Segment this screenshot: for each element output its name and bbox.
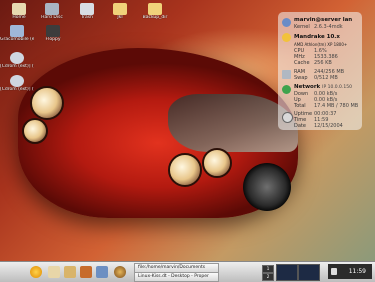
network-icon xyxy=(282,85,291,94)
desktop-icon-trash[interactable]: Trash xyxy=(70,3,104,20)
hard-disk-icon xyxy=(45,3,59,15)
launcher-home-icon[interactable] xyxy=(48,266,60,278)
kernel-row: Kernel 2.6.3-4mdk xyxy=(294,24,343,30)
memory-icon xyxy=(282,70,291,79)
folder-icon xyxy=(113,3,127,15)
network-graph xyxy=(298,264,320,281)
car-headlight-left xyxy=(30,86,64,120)
car-wheel xyxy=(243,163,291,211)
car-headlight-right xyxy=(168,153,202,187)
user-icon xyxy=(282,18,291,27)
launcher-globe-icon[interactable] xyxy=(114,266,126,278)
launcher-home-folder-icon[interactable] xyxy=(64,266,76,278)
date-row: Date 12/15/2004 xyxy=(294,123,343,129)
system-monitor-panel: marvin@server lan Kernel 2.6.3-4mdk Mandr… xyxy=(278,12,362,130)
cpu-model: AMD Athlon(tm) XP 1800+ xyxy=(294,42,348,47)
floppy-icon xyxy=(46,25,60,37)
clock[interactable]: 11:59 xyxy=(328,264,372,279)
clock-time: 11:59 xyxy=(348,268,366,275)
car-headlight-right-upper xyxy=(202,148,232,178)
cache-row: Cache 256 KB xyxy=(294,60,332,66)
desktop-icon-backup[interactable]: Backup_dir xyxy=(138,3,172,20)
star-icon xyxy=(282,33,291,42)
user-host: marvin@server lan xyxy=(294,17,353,23)
network-drive-icon xyxy=(10,25,24,37)
desktop-icon-network-drive[interactable]: Gracomobile (ext.) gl xyxy=(0,25,34,42)
desktop-icon-jkl[interactable]: Jkl xyxy=(103,3,137,20)
home-icon xyxy=(12,3,26,15)
network-header: Network IP 10.0.0.150 xyxy=(294,84,352,90)
tray-icon xyxy=(331,268,337,275)
desktop-icon-cdrom-2[interactable]: [Cdrom (ext)] (vcd.kvm) xyxy=(0,75,34,92)
desktop-icon-cdrom-1[interactable]: [Cdrom (ext)] (vcd.kvm) xyxy=(0,52,34,69)
desktop-icon-floppy[interactable]: Floppy xyxy=(36,25,70,42)
total-row: Total 17.4 MB / 780 MB xyxy=(294,103,359,109)
taskbar: file:/home/marvin/Documents Linux-Kiss.d… xyxy=(0,261,375,282)
start-menu-button[interactable] xyxy=(30,266,42,278)
desktop-icon-hard-disc[interactable]: Hard Disc xyxy=(35,3,69,20)
desktop-icon-home[interactable]: Home xyxy=(2,3,36,20)
car-image xyxy=(18,48,298,218)
clock-icon xyxy=(282,112,293,123)
trash-icon xyxy=(80,3,94,15)
distro-name: Mandrake 10.x xyxy=(294,34,340,40)
desktop-pager-1[interactable]: 1 xyxy=(262,265,274,273)
desktop-pager-2[interactable]: 2 xyxy=(262,273,274,281)
car-headlight-left-lower xyxy=(22,118,48,144)
cdrom-icon xyxy=(10,75,24,87)
cpu-graph xyxy=(276,264,298,281)
swap-row: Swap 0/512 MB xyxy=(294,75,338,81)
launcher-editor-icon[interactable] xyxy=(96,266,108,278)
cdrom-icon xyxy=(10,52,24,64)
folder-icon xyxy=(148,3,162,15)
launcher-tools-icon[interactable] xyxy=(80,266,92,278)
